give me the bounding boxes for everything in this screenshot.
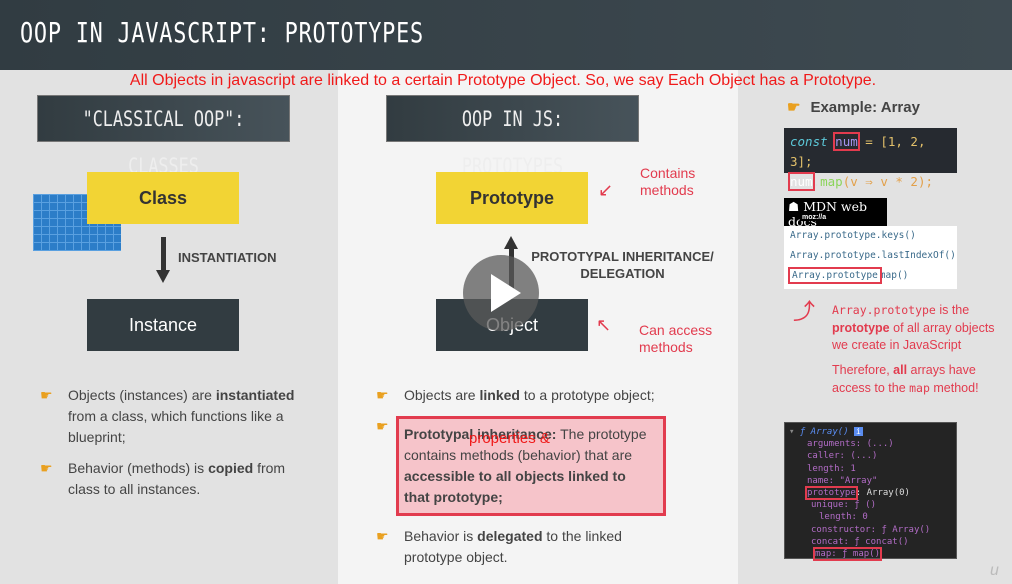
pointing-hand-icon: ☛ [787,99,801,116]
mdn-link[interactable]: Array.prototype map() [784,266,957,286]
annotation-text: All Objects in javascript are linked to … [129,72,877,89]
explanation-2: Therefore, all arrays have access to the… [832,363,979,395]
mdn-link[interactable]: Array.prototype.lastIndexOf() [784,246,957,266]
header: OOP IN JAVASCRIPT: PROTOTYPES [0,0,1012,70]
prototype-box: Prototype [436,172,588,224]
oop-js-tag: OOP IN JS: PROTOTYPES [386,95,639,178]
curved-arrow-icon: ⤴ [793,299,816,324]
inheritance-label: PROTOTYPAL INHERITANCE/ DELEGATION [531,249,714,281]
code-snippet: const num = [1, 2, 3]; num.map(v ⇒ v * 2… [784,128,957,191]
pointing-hand-icon: ☛ [40,387,53,403]
properties-overlay: properties & [469,430,550,447]
mdn-link[interactable]: Array.prototype.keys() [784,226,957,246]
list-item: ☛ Objects (instances) are instantiated fr… [40,387,295,445]
curved-arrow-icon: ↙ [598,180,614,200]
list-item: ☛ Objects are linked to a prototype objec… [376,385,666,406]
instantiation-label: INSTANTIATION [178,250,277,265]
list-item: ☛ Prototypal inheritance: The prototype c… [376,416,666,516]
class-box: Class [87,172,239,224]
highlighted-bullet: Prototypal inheritance: The prototype co… [396,416,666,516]
down-arrow-icon [161,237,166,273]
classical-oop-tag: "CLASSICAL OOP": CLASSES [37,95,290,178]
list-item: ☛ Behavior (methods) is copied from class… [40,460,286,497]
arrow-head-icon [156,270,170,283]
middle-bullets: ☛ Objects are linked to a prototype objec… [376,385,666,578]
access-methods-note: Can access methods [639,322,713,355]
mozilla-logo: moz://a [800,214,829,221]
instance-box: Instance [87,299,239,351]
pointing-hand-icon: ☛ [376,387,389,403]
example-heading: ☛ Example: Array [787,99,920,116]
page-title: OOP IN JAVASCRIPT: PROTOTYPES [20,16,424,49]
play-button[interactable] [463,255,539,331]
pointing-hand-icon: ☛ [376,418,389,434]
left-bullets: ☛ Objects (instances) are instantiated fr… [40,385,310,510]
list-item: ☛ Behavior is delegated to the linked pro… [376,528,622,565]
pointing-hand-icon: ☛ [40,460,53,476]
explanation-1: Array.prototype is the prototype of all … [832,303,995,352]
devtools-console: ▾ ƒ Array() i arguments: (...) caller: (… [784,422,957,562]
play-icon [491,274,521,312]
mdn-method-list: Array.prototype.keys() Array.prototype.l… [784,226,957,289]
udemy-watermark: u [990,562,999,579]
curved-arrow-icon: ↖ [596,315,612,335]
pointing-hand-icon: ☛ [376,528,389,544]
arrow-head-icon [504,236,518,249]
contains-methods-note: Contains methods [640,165,696,198]
